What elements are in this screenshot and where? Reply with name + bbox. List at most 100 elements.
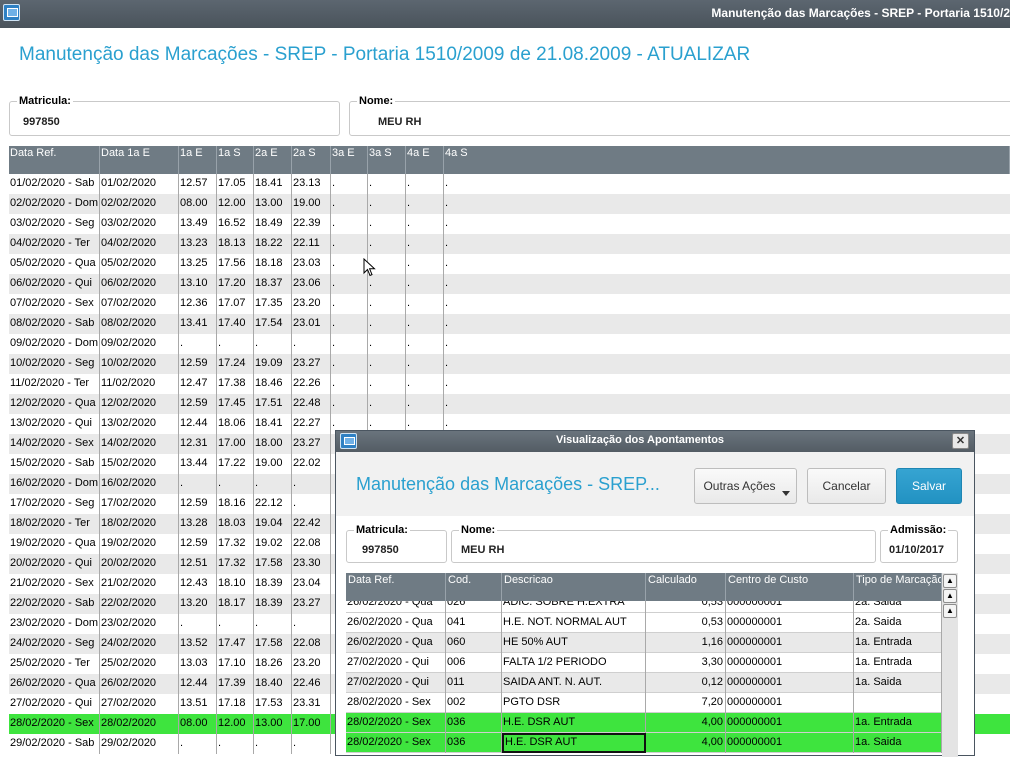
table-row[interactable]: 09/02/2020 - Dom 09/02/2020........ [9, 334, 1010, 354]
table-cell: 12.51 [179, 554, 217, 574]
column-header[interactable]: Descricao [502, 573, 646, 601]
column-header[interactable]: Tipo de Marcação [854, 573, 942, 601]
table-cell: 07/02/2020 [100, 294, 179, 314]
table-cell: 22.08 [292, 534, 331, 554]
table-cell: HE 50% AUT [502, 633, 646, 653]
cancelar-button[interactable]: Cancelar [807, 468, 886, 504]
column-header[interactable]: Data Ref. [9, 146, 100, 174]
apontamentos-table-header: Data Ref. Cod. Descricao Calculado Centro de… [346, 573, 942, 601]
table-row[interactable]: 05/02/2020 - Qua 05/02/2020 13.25 17.56 18.1… [9, 254, 1010, 274]
column-header[interactable]: 2a S [292, 146, 331, 174]
table-cell: 17.47 [217, 634, 254, 654]
table-cell: 26/02/2020 - Qua [346, 601, 446, 613]
table-cell: 22.39 [292, 214, 331, 234]
nome-value: MEU RH [378, 116, 422, 128]
table-cell: 08/02/2020 - Sab [9, 314, 100, 334]
table-row[interactable]: 27/02/2020 - Qui 006 FALTA 1/2 PERIODO 3,30… [346, 653, 942, 673]
table-cell: 18.22 [254, 234, 292, 254]
table-cell: 17.51 [254, 394, 292, 414]
column-header[interactable]: 4a E [406, 146, 444, 174]
salvar-button[interactable]: Salvar [896, 468, 962, 504]
table-row[interactable]: 03/02/2020 - Seg 03/02/2020 13.49 16.52 18.4… [9, 214, 1010, 234]
table-cell: 12.57 [179, 174, 217, 194]
apontamentos-partial-row: 26/02/2020 - Qua 026 ADIC. SOBRE H.EXTRA 0,… [346, 601, 942, 613]
nome-field[interactable]: Nome: MEU RH [349, 95, 1010, 136]
table-cell: 17.38 [217, 374, 254, 394]
table-cell: 12.59 [179, 494, 217, 514]
table-cell: 28/02/2020 - Sex [9, 714, 100, 734]
table-cell: . [254, 474, 292, 494]
outras-acoes-button[interactable]: Outras Ações [694, 468, 797, 504]
vertical-scrollbar[interactable]: ▲ ▲ ▲ [942, 573, 958, 757]
table-row[interactable]: 01/02/2020 - Sab 01/02/2020 12.57 17.05 18.4… [9, 174, 1010, 194]
dialog-nome-value: MEU RH [461, 544, 505, 556]
table-cell: H.E. DSR AUT [502, 713, 646, 733]
dialog-nome-field[interactable]: Nome: MEU RH [451, 524, 876, 563]
table-cell: 13/02/2020 [100, 414, 179, 434]
table-row[interactable]: 08/02/2020 - Sab 08/02/2020 13.41 17.40 17.5… [9, 314, 1010, 334]
column-header[interactable]: 4a S [444, 146, 1010, 174]
table-cell: 12.44 [179, 674, 217, 694]
dialog-titlebar: Visualização dos Apontamentos ✕ [336, 431, 974, 452]
table-row[interactable]: 26/02/2020 - Qua 026 ADIC. SOBRE H.EXTRA 0,… [346, 601, 942, 613]
table-cell: 2a. Saida [854, 613, 942, 633]
table-row[interactable]: 10/02/2020 - Seg 10/02/2020 12.59 17.24 19.0… [9, 354, 1010, 374]
table-row[interactable]: 28/02/2020 - Sex 036 H.E. DSR AUT 4,00 00000… [346, 733, 942, 753]
table-row[interactable]: 06/02/2020 - Qui 06/02/2020 13.10 17.20 18.3… [9, 274, 1010, 294]
table-row[interactable]: 26/02/2020 - Qua 041 H.E. NOT. NORMAL AUT 0… [346, 613, 942, 633]
table-cell: . [445, 257, 449, 269]
table-cell: . [406, 374, 444, 394]
table-row[interactable]: 27/02/2020 - Qui 011 SAIDA ANT. N. AUT. 0,1… [346, 673, 942, 693]
scroll-page-up-icon[interactable]: ▲ [943, 589, 957, 603]
table-cell: 01/02/2020 - Sab [9, 174, 100, 194]
dialog-title: Visualização dos Apontamentos [555, 434, 725, 446]
table-cell: 09/02/2020 [100, 334, 179, 354]
dialog-admissao-field[interactable]: Admissão: 01/10/2017 [880, 524, 958, 563]
table-cell: 006 [446, 653, 502, 673]
table-cell: . [217, 334, 254, 354]
matricula-field[interactable]: Matricula: 997850 [9, 95, 340, 136]
table-row[interactable]: 12/02/2020 - Qua 12/02/2020 12.59 17.45 17.5… [9, 394, 1010, 414]
table-row[interactable]: 07/02/2020 - Sex 07/02/2020 12.36 17.07 17.3… [9, 294, 1010, 314]
table-cell: 17.45 [217, 394, 254, 414]
table-cell: 17.39 [217, 674, 254, 694]
table-row[interactable]: 28/02/2020 - Sex 002 PGTO DSR 7,20 000000001 [346, 693, 942, 713]
dialog-admissao-value: 01/10/2017 [889, 544, 945, 556]
table-cell: 22.42 [292, 514, 331, 534]
table-cell: 27/02/2020 - Qui [9, 694, 100, 714]
column-header[interactable]: 2a E [254, 146, 292, 174]
table-cell: 12/02/2020 [100, 394, 179, 414]
table-row[interactable]: 04/02/2020 - Ter 04/02/2020 13.23 18.13 18.2… [9, 234, 1010, 254]
table-cell: 13.00 [254, 194, 292, 214]
column-header[interactable]: 3a E [331, 146, 368, 174]
table-cell: 1,16 [646, 633, 726, 653]
dialog-matricula-field[interactable]: Matricula: 997850 [346, 524, 447, 563]
table-cell: 23.03 [292, 254, 331, 274]
close-icon[interactable]: ✕ [952, 433, 969, 449]
column-header[interactable]: Cod. [446, 573, 502, 601]
table-row[interactable]: 28/02/2020 - Sex 036 H.E. DSR AUT 4,00 00000… [346, 713, 942, 733]
table-row[interactable]: 11/02/2020 - Ter 11/02/2020 12.47 17.38 18.4… [9, 374, 1010, 394]
column-header[interactable]: Data Ref. [346, 573, 446, 601]
table-row[interactable]: 26/02/2020 - Qua 060 HE 50% AUT 1,16 0000000… [346, 633, 942, 653]
table-cell: . [331, 174, 368, 194]
column-header[interactable]: Data 1a E [100, 146, 179, 174]
table-cell: 12.44 [179, 414, 217, 434]
table-cell: 22/02/2020 - Sab [9, 594, 100, 614]
table-cell: 17.20 [217, 274, 254, 294]
column-header[interactable]: 3a S [368, 146, 406, 174]
table-row[interactable]: 02/02/2020 - Dom 02/02/2020 08.00 12.00 13.0… [9, 194, 1010, 214]
table-cell: 01/02/2020 [100, 174, 179, 194]
scroll-up-icon[interactable]: ▲ [943, 604, 957, 618]
table-cell: 000000001 [726, 653, 854, 673]
column-header[interactable]: Calculado [646, 573, 726, 601]
column-header[interactable]: Centro de Custo [726, 573, 854, 601]
column-header[interactable]: 1a S [217, 146, 254, 174]
table-cell: . [331, 234, 368, 254]
table-cell: 29/02/2020 [100, 734, 179, 754]
column-header[interactable]: 1a E [179, 146, 217, 174]
scroll-top-icon[interactable]: ▲ [943, 574, 957, 588]
table-cell: 07/02/2020 - Sex [9, 294, 100, 314]
table-cell: H.E. DSR AUT [502, 733, 646, 753]
table-cell: . [445, 217, 449, 229]
